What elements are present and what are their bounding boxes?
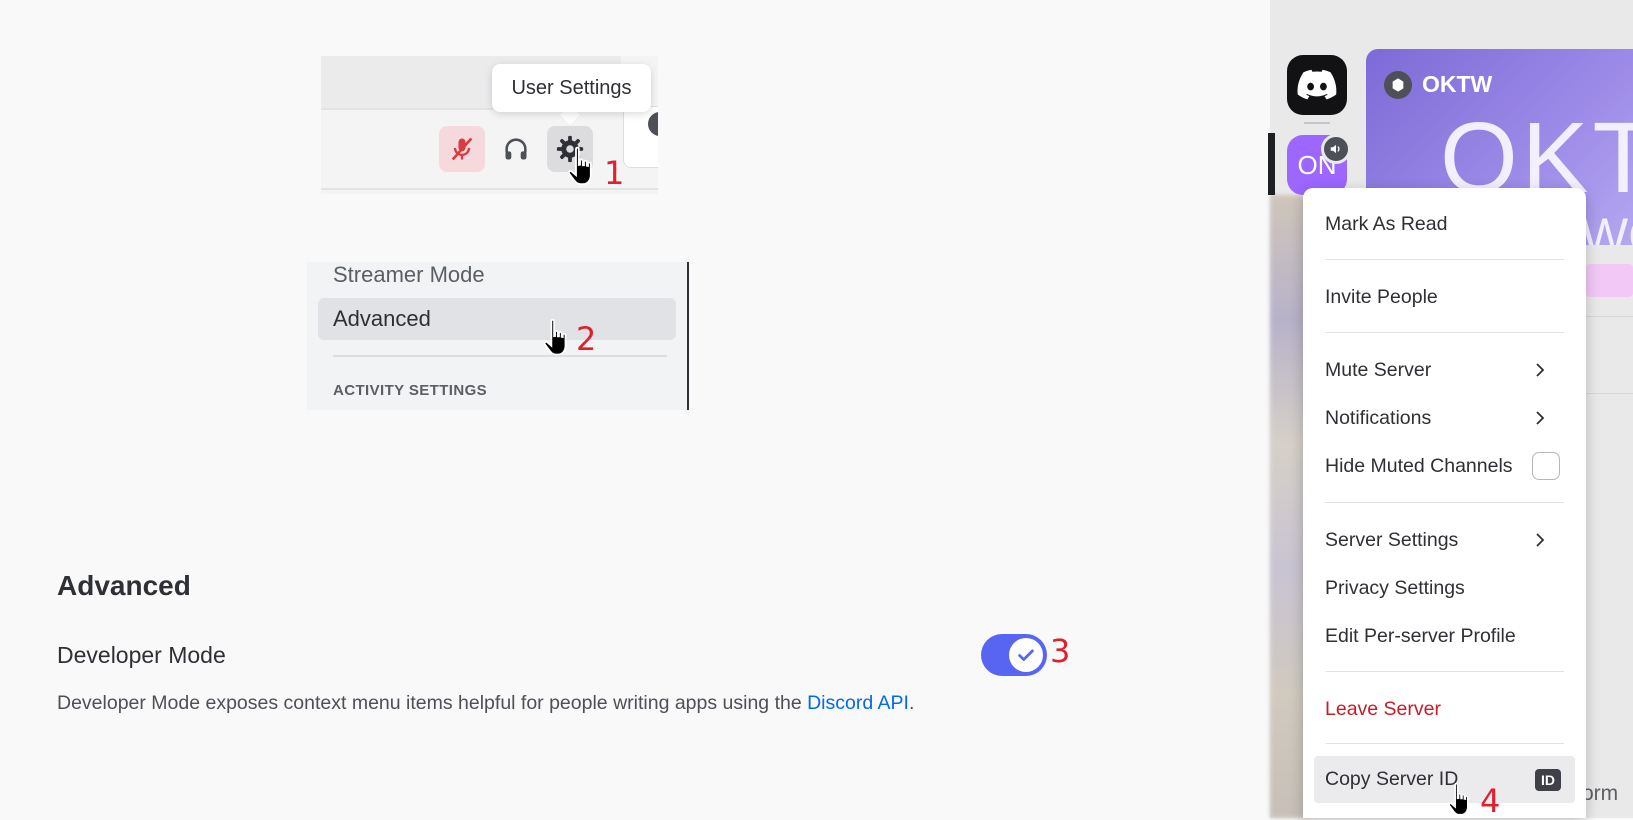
voice-activity-badge	[1321, 134, 1351, 164]
discord-api-link[interactable]: Discord API	[807, 692, 909, 714]
menu-item-server-settings[interactable]: Server Settings	[1325, 529, 1458, 552]
menu-separator	[1325, 502, 1564, 503]
divider	[1586, 316, 1633, 317]
menu-separator	[1325, 671, 1564, 672]
menu-separator	[1325, 743, 1564, 744]
divider	[1586, 393, 1633, 394]
menu-item-leave-server[interactable]: Leave Server	[1325, 698, 1441, 721]
step-3-marker: 3	[1050, 632, 1071, 670]
user-settings-tooltip: User Settings	[492, 64, 651, 112]
developer-mode-toggle[interactable]	[981, 634, 1047, 676]
settings-sidebar-crop: Streamer Mode Advanced ACTIVITY SETTINGS	[307, 262, 689, 410]
menu-item-invite-people[interactable]: Invite People	[1325, 286, 1438, 309]
description-end: .	[908, 692, 915, 714]
hand-cursor-icon	[1448, 782, 1469, 816]
server-rail-divider	[1304, 122, 1330, 124]
step-1-marker: 1	[604, 154, 625, 192]
hand-cursor-icon	[543, 318, 567, 356]
developer-mode-description: Developer Mode exposes context menu item…	[57, 692, 914, 715]
menu-item-mark-as-read[interactable]: Mark As Read	[1325, 213, 1447, 236]
channel-highlight	[1586, 264, 1633, 297]
mute-mic-button[interactable]	[439, 126, 485, 172]
sidebar-edge	[687, 262, 689, 410]
deafen-button[interactable]	[493, 126, 539, 172]
menu-item-label: Copy Server ID	[1325, 768, 1459, 790]
chevron-right-icon	[1536, 533, 1545, 547]
server-name: OKTW	[1422, 71, 1493, 97]
menu-item-privacy-settings[interactable]: Privacy Settings	[1325, 577, 1465, 600]
menu-separator	[1325, 332, 1564, 333]
selected-server-indicator	[1268, 133, 1275, 195]
developer-mode-label: Developer Mode	[57, 642, 226, 668]
chevron-right-icon	[1536, 363, 1545, 377]
server-badge-icon	[1384, 71, 1412, 99]
hand-cursor-icon	[567, 146, 592, 186]
headset-icon	[505, 138, 527, 160]
sidebar-section-header: ACTIVITY SETTINGS	[333, 382, 488, 399]
discord-logo-icon	[1297, 69, 1337, 100]
chevron-right-icon	[1536, 411, 1545, 425]
menu-item-hide-muted-channels[interactable]: Hide Muted Channels	[1325, 455, 1513, 478]
banner-artwork-text: WO	[1581, 208, 1633, 245]
muted-mic-icon	[451, 137, 473, 161]
checkmark-icon	[1018, 649, 1034, 661]
sidebar-item-streamer-mode[interactable]: Streamer Mode	[333, 262, 485, 288]
id-icon: ID	[1535, 769, 1561, 791]
step-2-marker: 2	[576, 320, 597, 358]
server-context-menu: Mark As Read Invite People Mute Server N…	[1303, 188, 1586, 818]
menu-separator	[1325, 259, 1564, 260]
toggle-knob	[1009, 638, 1043, 672]
sidebar-item-label: Advanced	[333, 306, 431, 331]
speaker-icon	[1330, 144, 1340, 154]
menu-item-mute-server[interactable]: Mute Server	[1325, 359, 1431, 382]
menu-item-edit-profile[interactable]: Edit Per-server Profile	[1325, 625, 1516, 648]
sidebar-divider	[333, 355, 667, 357]
menu-item-notifications[interactable]: Notifications	[1325, 407, 1431, 430]
page-title: Advanced	[57, 570, 191, 601]
background-text: orm	[1582, 782, 1619, 805]
hide-muted-checkbox[interactable]	[1532, 452, 1560, 480]
description-text: Developer Mode exposes context menu item…	[57, 692, 808, 714]
step-4-marker: 4	[1480, 782, 1501, 820]
discord-home-button[interactable]	[1287, 55, 1347, 115]
